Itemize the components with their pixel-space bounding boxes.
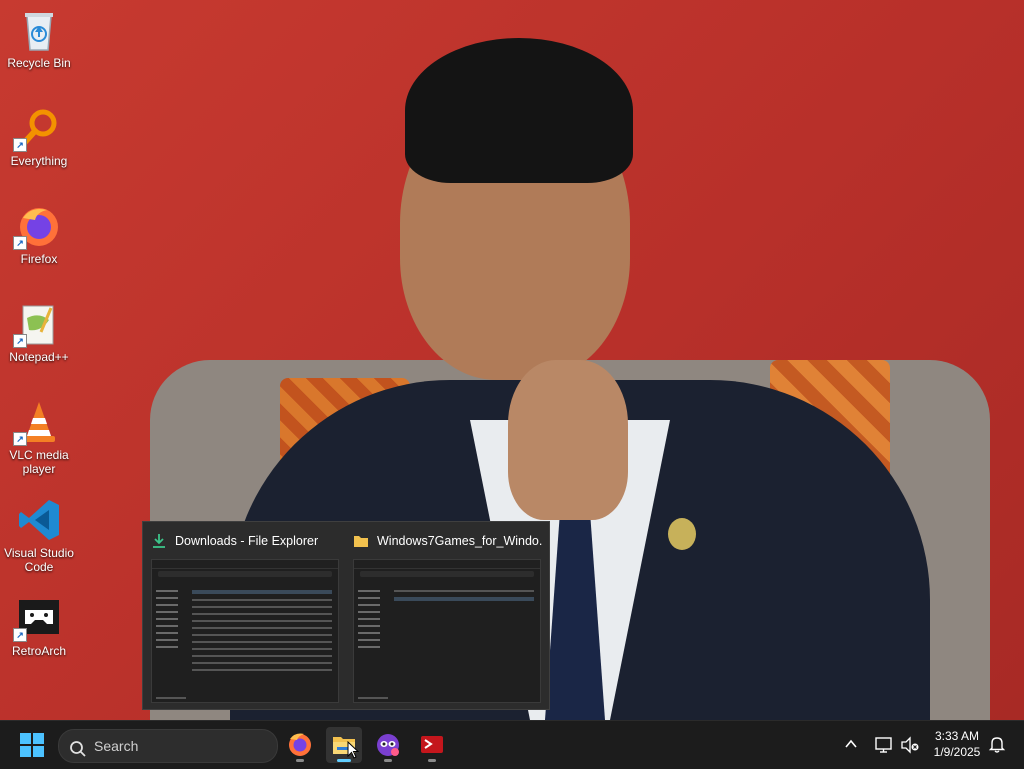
desktop-icon-retroarch[interactable]: ↗ RetroArch <box>4 596 74 658</box>
thumbnail-preview <box>151 559 339 703</box>
thumbnail-title: Windows7Games_for_Windo... <box>377 534 543 548</box>
network-icon[interactable] <box>874 735 894 755</box>
windows-logo-icon <box>20 733 44 757</box>
desktop-icon-label: Firefox <box>20 252 58 266</box>
notepad-plus-plus-icon: ↗ <box>13 302 61 348</box>
everything-search-icon: ↗ <box>13 106 61 152</box>
desktop-icon-label: RetroArch <box>11 644 67 658</box>
taskbar-search-box[interactable]: Search <box>58 729 278 763</box>
mouse-cursor-icon <box>347 740 360 759</box>
shortcut-arrow-icon: ↗ <box>13 432 27 446</box>
thumbnail-title: Downloads - File Explorer <box>175 534 319 548</box>
desktop-icon-label: Everything <box>10 154 68 168</box>
vscode-icon <box>17 498 61 542</box>
vlc-icon: ↗ <box>13 400 61 446</box>
taskbar: Search 3:33 AM 1/9/2025 <box>0 720 1024 769</box>
desktop-icon-notepad-plus-plus[interactable]: ↗ Notepad++ <box>4 302 74 364</box>
desktop-icon-label: Recycle Bin <box>7 56 71 70</box>
masked-app-icon <box>377 734 399 756</box>
desktop-icon-vlc[interactable]: ↗ VLC media player <box>4 400 74 476</box>
wallpaper-person-hand <box>508 360 628 520</box>
desktop-icon-label: VLC media player <box>9 448 69 476</box>
retroarch-icon: ↗ <box>13 596 61 642</box>
taskbar-app-masked[interactable] <box>370 727 406 763</box>
firefox-icon: ↗ <box>13 204 61 250</box>
taskbar-app-firefox[interactable] <box>282 727 318 763</box>
shortcut-arrow-icon: ↗ <box>13 236 27 250</box>
window-thumbnail-windows7games[interactable]: Windows7Games_for_Windo... <box>345 522 545 709</box>
shortcut-arrow-icon: ↗ <box>13 334 27 348</box>
red-terminal-icon <box>421 736 443 753</box>
taskbar-app-terminal[interactable] <box>414 727 450 763</box>
wallpaper-lapel-pin <box>668 518 696 550</box>
desktop-icon-firefox[interactable]: ↗ Firefox <box>4 204 74 266</box>
desktop-icon-recycle-bin[interactable]: Recycle Bin <box>4 8 74 70</box>
desktop-icon-label: Notepad++ <box>9 350 69 364</box>
desktop-icon-label: Visual Studio Code <box>4 546 74 574</box>
firefox-icon <box>289 733 311 756</box>
recycle-bin-icon <box>17 8 61 52</box>
desktop-icon-vscode[interactable]: Visual Studio Code <box>4 498 74 574</box>
clock-time: 3:33 AM <box>934 729 980 743</box>
system-clock[interactable]: 3:33 AM 1/9/2025 <box>926 728 988 760</box>
search-icon <box>69 737 87 757</box>
show-hidden-icons-chevron-icon[interactable] <box>842 735 860 753</box>
start-button[interactable] <box>20 733 44 757</box>
wallpaper-person-hair <box>405 38 633 183</box>
window-thumbnail-downloads[interactable]: Downloads - File Explorer <box>143 522 343 709</box>
volume-muted-icon[interactable] <box>900 735 920 755</box>
search-placeholder: Search <box>94 738 139 754</box>
thumbnail-preview <box>353 559 541 703</box>
clock-date: 1/9/2025 <box>933 745 981 759</box>
shortcut-arrow-icon: ↗ <box>13 138 27 152</box>
running-indicator <box>428 759 436 762</box>
active-indicator <box>337 759 351 762</box>
download-arrow-icon <box>151 533 167 549</box>
thumbnail-header: Windows7Games_for_Windo... <box>353 531 543 551</box>
running-indicator <box>384 759 392 762</box>
folder-icon <box>353 533 369 549</box>
thumbnail-header: Downloads - File Explorer <box>151 531 341 551</box>
taskbar-thumbnail-popup: Downloads - File Explorer Windows7Games_… <box>142 521 550 710</box>
notification-bell-icon[interactable] <box>988 735 1006 753</box>
desktop-icon-everything[interactable]: ↗ Everything <box>4 106 74 168</box>
running-indicator <box>296 759 304 762</box>
shortcut-arrow-icon: ↗ <box>13 628 27 642</box>
